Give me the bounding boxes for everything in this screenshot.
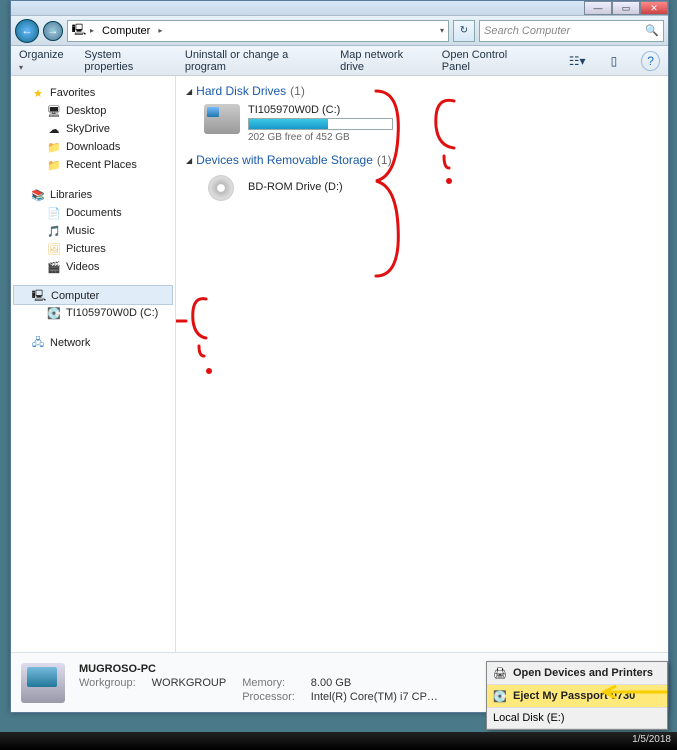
collapse-icon[interactable]: ◢ [186,87,192,96]
system-properties-button[interactable]: System properties [84,49,167,73]
workgroup-label: Workgroup: [79,677,136,689]
sidebar-item-recent[interactable]: 📁Recent Places [11,156,175,174]
printer-icon: 🖨 [493,666,507,680]
recent-icon: 📁 [47,158,61,172]
help-button[interactable]: ? [641,51,660,71]
drive-icon: 💽 [47,306,61,320]
search-placeholder: Search Computer [484,25,570,37]
organize-menu[interactable]: Organize [19,49,66,73]
network-icon: 🖧 [31,336,45,350]
drive-bd[interactable]: BD-ROM Drive (D:) [204,173,658,203]
maximize-button[interactable]: ▭ [612,1,640,15]
search-input[interactable]: Search Computer 🔍 [479,20,664,42]
chevron-right-icon[interactable]: ▸ [90,26,94,35]
videos-icon: 🎬 [47,260,61,274]
music-icon: 🎵 [47,224,61,238]
sidebar-item-documents[interactable]: 📄Documents [11,204,175,222]
drive-icon [204,104,240,134]
processor-label: Processor: [242,691,295,703]
drive-c-usage-bar [248,118,393,130]
processor-value: Intel(R) Core(TM) i7 CP… [311,691,438,703]
content-pane: ◢ Hard Disk Drives (1) TI105970W0D (C:) … [176,76,668,652]
computer-large-icon [21,663,65,703]
sidebar-item-music[interactable]: 🎵Music [11,222,175,240]
memory-label: Memory: [242,677,295,689]
forward-button[interactable]: → [43,21,63,41]
minimize-button[interactable]: — [584,1,612,15]
explorer-window: — ▭ ✕ ← → 🖳 ▸ Computer ▸ ▾ ↻ Search Comp… [10,0,669,713]
sidebar-item-downloads[interactable]: 📁Downloads [11,138,175,156]
taskbar-date[interactable]: 1/5/2018 [632,734,671,745]
desktop-icon: 🖥 [47,104,61,118]
sidebar-computer[interactable]: 🖳Computer [13,285,173,305]
title-bar: — ▭ ✕ [11,1,668,16]
cloud-icon: ☁ [47,122,61,136]
uninstall-button[interactable]: Uninstall or change a program [185,49,322,73]
back-button[interactable]: ← [15,19,39,43]
category-removable[interactable]: ◢ Devices with Removable Storage (1) [186,153,658,167]
sidebar-item-pictures[interactable]: 🖼Pictures [11,240,175,258]
search-icon: 🔍 [645,24,659,37]
annotation-arrow [176,291,251,451]
hdd-count: (1) [290,84,305,98]
control-panel-button[interactable]: Open Control Panel [442,49,532,73]
map-drive-button[interactable]: Map network drive [340,49,424,73]
sidebar-item-videos[interactable]: 🎬Videos [11,258,175,276]
close-button[interactable]: ✕ [640,1,668,15]
dropdown-icon[interactable]: ▾ [440,26,444,35]
nav-bar: ← → 🖳 ▸ Computer ▸ ▾ ↻ Search Computer 🔍 [11,16,668,46]
sidebar-network[interactable]: 🖧Network [11,332,175,352]
taskbar[interactable]: 1/5/2018 [0,732,677,750]
toolbar: Organize System properties Uninstall or … [11,46,668,76]
address-bar[interactable]: 🖳 ▸ Computer ▸ ▾ [67,20,449,42]
pc-name: MUGROSO-PC [79,663,438,675]
sidebar-item-c-drive[interactable]: 💽TI105970W0D (C:) [11,304,175,322]
computer-icon: 🖳 [32,289,46,303]
preview-pane-button[interactable]: ▯ [605,51,624,71]
optical-drive-icon [204,173,240,203]
sidebar-favorites[interactable]: ★Favorites [11,82,175,102]
removable-count: (1) [377,153,392,167]
view-options-button[interactable]: ☷▾ [568,51,587,71]
pictures-icon: 🖼 [47,242,61,256]
chevron-right-icon[interactable]: ▸ [158,26,162,35]
libraries-icon: 📚 [31,188,45,202]
category-hdd[interactable]: ◢ Hard Disk Drives (1) [186,84,658,98]
doc-icon: 📄 [47,206,61,220]
eject-passport[interactable]: 💽 Eject My Passport 0730 [487,685,667,708]
drive-c-label: TI105970W0D (C:) [248,104,393,116]
navigation-pane: ★Favorites 🖥Desktop ☁SkyDrive 📁Downloads… [11,76,176,652]
workgroup-value: WORKGROUP [152,677,227,689]
hdd-header-link[interactable]: Hard Disk Drives [196,84,286,98]
drive-c-free: 202 GB free of 452 GB [248,132,393,143]
star-icon: ★ [31,86,45,100]
local-disk-e[interactable]: Local Disk (E:) [487,708,667,729]
memory-value: 8.00 GB [311,677,438,689]
folder-icon: 📁 [47,140,61,154]
collapse-icon[interactable]: ◢ [186,156,192,165]
sidebar-libraries[interactable]: 📚Libraries [11,184,175,204]
breadcrumb-computer[interactable]: Computer [98,25,154,37]
refresh-button[interactable]: ↻ [453,20,475,42]
drive-icon: 💽 [493,689,507,703]
computer-icon: 🖳 [72,24,86,38]
sidebar-item-skydrive[interactable]: ☁SkyDrive [11,120,175,138]
safely-remove-menu: 🖨 Open Devices and Printers 💽 Eject My P… [486,661,668,730]
open-devices-printers[interactable]: 🖨 Open Devices and Printers [487,662,667,685]
drive-c[interactable]: TI105970W0D (C:) 202 GB free of 452 GB [204,104,658,143]
sidebar-item-desktop[interactable]: 🖥Desktop [11,102,175,120]
removable-header-link[interactable]: Devices with Removable Storage [196,153,373,167]
drive-bd-label: BD-ROM Drive (D:) [248,181,343,193]
